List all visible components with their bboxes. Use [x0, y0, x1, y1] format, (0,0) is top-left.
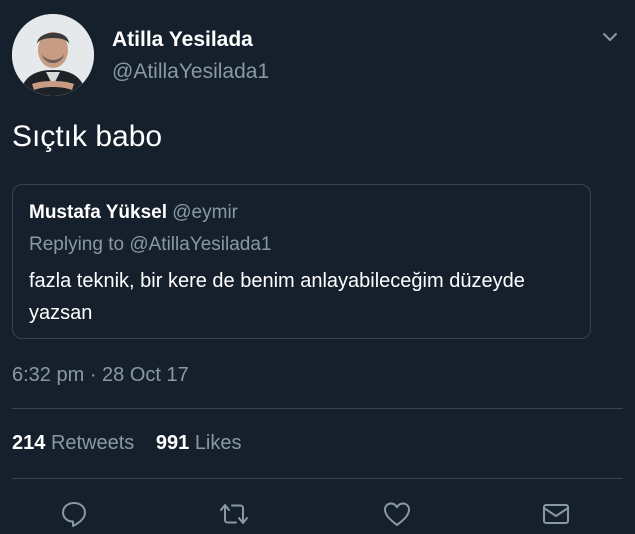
author-display-name[interactable]: Atilla Yesilada	[112, 28, 253, 52]
tweet-timestamp[interactable]: 6:32 pm · 28 Oct 17	[12, 364, 189, 387]
quoted-text: fazla teknik, bir kere de benim anlayabi…	[29, 270, 525, 324]
retweet-icon[interactable]	[218, 498, 250, 530]
quoted-author: Mustafa Yüksel @eymir	[29, 202, 238, 224]
divider	[12, 408, 623, 409]
retweets-stat[interactable]: 214 Retweets	[12, 432, 140, 454]
avatar[interactable]	[12, 14, 94, 96]
retweets-count: 214	[12, 432, 46, 454]
quoted-replying-to: Replying to @AtillaYesilada1	[29, 234, 272, 255]
tweet-stats: 214 Retweets 991 Likes	[12, 432, 258, 455]
likes-count: 991	[155, 432, 190, 454]
quoted-display-name: Mustafa Yüksel	[29, 202, 167, 223]
quoted-handle: @eymir	[172, 202, 238, 223]
reply-icon[interactable]	[58, 498, 90, 530]
quoted-tweet[interactable]: Mustafa Yüksel @eymir Replying to @Atill…	[12, 184, 591, 339]
tweet-header: Atilla Yesilada @AtillaYesilada1	[12, 14, 623, 98]
retweets-label: Retweets	[50, 432, 135, 454]
like-icon[interactable]	[381, 498, 413, 530]
author-handle[interactable]: @AtillaYesilada1	[112, 60, 269, 84]
message-icon[interactable]	[540, 498, 572, 530]
tweet-text: Sıçtık babo	[12, 120, 163, 153]
likes-stat[interactable]: 991 Likes	[156, 432, 242, 454]
divider	[12, 478, 623, 479]
likes-label: Likes	[194, 432, 242, 454]
chevron-down-icon[interactable]	[601, 28, 619, 46]
